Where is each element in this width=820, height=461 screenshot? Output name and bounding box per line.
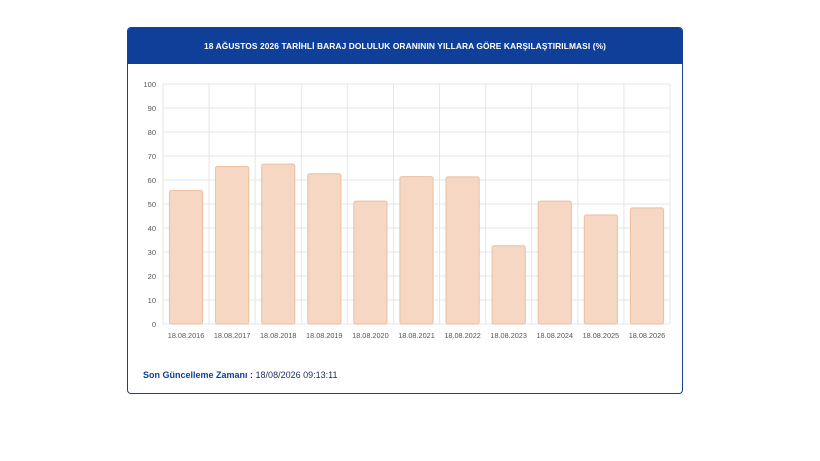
x-tick-label: 18.08.2022 [444,331,481,340]
x-tick-label: 18.08.2019 [306,331,343,340]
y-tick-label: 100 [143,80,156,89]
bar-chart: 0 10 20 30 40 50 60 70 80 90 100 18.08.2016 18.08.20… [143,80,671,340]
y-tick-label: 40 [148,224,156,233]
x-tick-label: 18.08.2017 [214,331,251,340]
bar-18.08.2026[interactable] [629,207,665,325]
bar-18.08.2017[interactable] [215,166,250,325]
bar-18.08.2021[interactable] [399,176,434,325]
x-tick-label: 18.08.2025 [583,331,620,340]
x-tick-label: 18.08.2020 [352,331,389,340]
bar-18.08.2018[interactable] [261,163,296,325]
y-tick-label: 50 [148,200,156,209]
chart-card: 18 AĞUSTOS 2026 TARİHLİ BARAJ DOLULUK OR… [127,27,683,394]
bar-18.08.2022[interactable] [445,176,480,325]
y-tick-label: 30 [148,248,156,257]
bar-18.08.2023[interactable] [491,245,526,325]
x-tick-label: 18.08.2024 [537,331,574,340]
chart-title: 18 AĞUSTOS 2026 TARİHLİ BARAJ DOLULUK OR… [128,28,682,64]
bar-18.08.2024[interactable] [537,200,572,325]
y-tick-label: 70 [148,152,156,161]
last-update-value: 18/08/2026 09:13:11 [255,370,338,380]
bar-18.08.2025[interactable] [583,214,618,325]
x-tick-label: 18.08.2018 [260,331,297,340]
bar-18.08.2016[interactable] [168,190,204,325]
y-tick-label: 80 [148,128,156,137]
x-tick-label: 18.08.2016 [168,331,205,340]
last-update-label: Son Güncelleme Zamanı : [143,370,254,380]
y-tick-label: 60 [148,176,156,185]
bar-18.08.2019[interactable] [307,173,342,325]
x-tick-label: 18.08.2021 [398,331,435,340]
y-tick-label: 10 [148,296,156,305]
y-tick-label: 90 [148,104,156,113]
last-update: Son Güncelleme Zamanı : 18/08/2026 09:13… [143,370,337,380]
bar-18.08.2020[interactable] [353,200,388,325]
x-tick-label: 18.08.2026 [629,331,666,340]
y-tick-label: 0 [152,320,156,329]
x-tick-label: 18.08.2023 [490,331,527,340]
y-tick-label: 20 [148,272,156,281]
